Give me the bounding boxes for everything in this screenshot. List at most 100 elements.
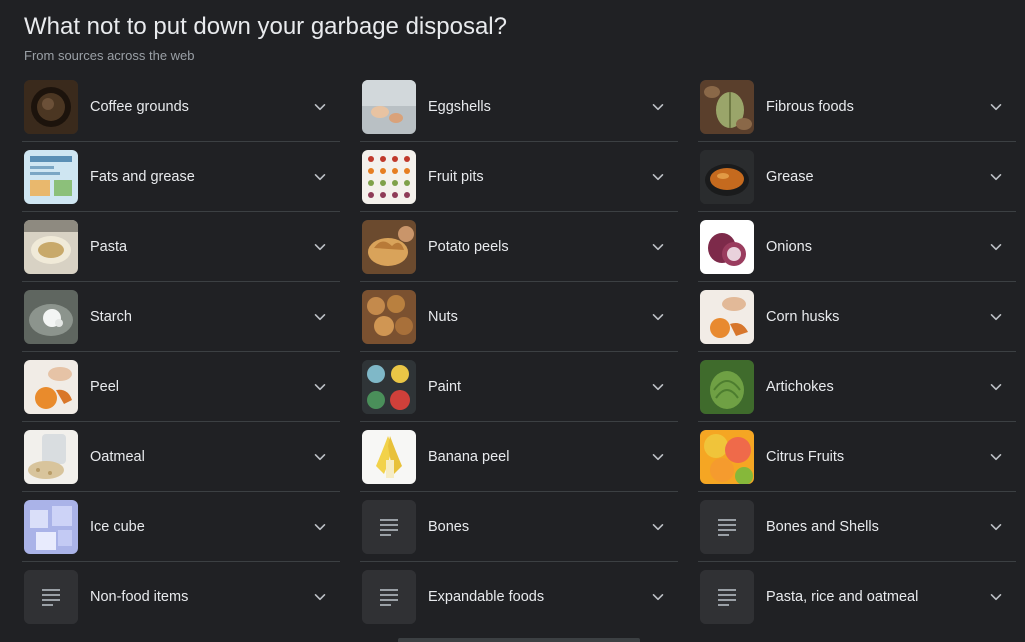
results-column-1: Coffee grounds Fats and grease Pasta Starch…	[22, 72, 340, 632]
chevron-down-icon[interactable]	[652, 171, 664, 183]
item-thumbnail	[24, 80, 78, 134]
chevron-down-icon[interactable]	[652, 241, 664, 253]
item-thumbnail	[24, 430, 78, 484]
list-item[interactable]: Expandable foods	[360, 562, 678, 632]
chevron-down-icon[interactable]	[314, 451, 326, 463]
chevron-down-icon[interactable]	[314, 381, 326, 393]
results-grid: Coffee grounds Fats and grease Pasta Starch…	[22, 72, 1016, 642]
item-thumbnail	[700, 290, 754, 344]
chevron-down-icon[interactable]	[990, 311, 1002, 323]
chevron-down-icon[interactable]	[652, 451, 664, 463]
chevron-down-icon[interactable]	[652, 521, 664, 533]
chevron-down-icon[interactable]	[990, 171, 1002, 183]
list-item[interactable]: Pasta	[22, 212, 340, 282]
item-label: Corn husks	[766, 309, 840, 325]
page-title: What not to put down your garbage dispos…	[24, 13, 507, 40]
article-icon	[700, 570, 754, 624]
list-item[interactable]: Corn husks	[698, 282, 1016, 352]
list-item[interactable]: Coffee grounds	[22, 72, 340, 142]
article-icon	[700, 500, 754, 554]
item-label: Citrus Fruits	[766, 449, 845, 465]
article-icon	[24, 570, 78, 624]
item-thumbnail	[362, 80, 416, 134]
list-item[interactable]: Ice cube	[22, 492, 340, 562]
list-item[interactable]: Pasta, rice and oatmeal	[698, 562, 1016, 632]
list-item[interactable]: Peel	[22, 352, 340, 422]
chevron-down-icon[interactable]	[990, 451, 1002, 463]
item-label: Peel	[90, 379, 120, 395]
chevron-down-icon[interactable]	[314, 101, 326, 113]
item-thumbnail	[362, 430, 416, 484]
item-label: Grease	[766, 169, 814, 185]
list-item[interactable]: Starch	[22, 282, 340, 352]
chevron-down-icon[interactable]	[990, 591, 1002, 603]
item-thumbnail	[362, 220, 416, 274]
item-label: Starch	[90, 309, 132, 325]
list-item[interactable]: Eggshells	[360, 72, 678, 142]
results-column-2: Eggshells Fruit pits Potato peels Nuts Paint…	[360, 72, 678, 632]
list-item[interactable]: Fats and grease	[22, 142, 340, 212]
chevron-down-icon[interactable]	[314, 521, 326, 533]
item-label: Oatmeal	[90, 449, 145, 465]
item-label: Potato peels	[428, 239, 509, 255]
item-thumbnail	[700, 150, 754, 204]
item-label: Fibrous foods	[766, 99, 854, 115]
item-thumbnail	[24, 360, 78, 414]
list-item[interactable]: Citrus Fruits	[698, 422, 1016, 492]
list-item[interactable]: Artichokes	[698, 352, 1016, 422]
chevron-down-icon[interactable]	[314, 241, 326, 253]
item-label: Fruit pits	[428, 169, 484, 185]
item-thumbnail	[700, 360, 754, 414]
item-label: Non-food items	[90, 589, 189, 605]
list-item[interactable]: Potato peels	[360, 212, 678, 282]
item-label: Artichokes	[766, 379, 834, 395]
chevron-down-icon[interactable]	[652, 311, 664, 323]
item-thumbnail	[700, 430, 754, 484]
chevron-down-icon[interactable]	[990, 241, 1002, 253]
list-item[interactable]: Banana peel	[360, 422, 678, 492]
item-label: Expandable foods	[428, 589, 545, 605]
page-subtitle: From sources across the web	[24, 48, 195, 63]
item-label: Onions	[766, 239, 812, 255]
item-label: Eggshells	[428, 99, 491, 115]
list-item[interactable]: Bones and Shells	[698, 492, 1016, 562]
item-label: Fats and grease	[90, 169, 195, 185]
item-thumbnail	[700, 80, 754, 134]
list-item[interactable]: Onions	[698, 212, 1016, 282]
item-label: Pasta	[90, 239, 128, 255]
item-thumbnail	[24, 150, 78, 204]
list-item[interactable]: Fruit pits	[360, 142, 678, 212]
chevron-down-icon[interactable]	[990, 521, 1002, 533]
chevron-down-icon[interactable]	[652, 591, 664, 603]
item-label: Pasta, rice and oatmeal	[766, 589, 919, 605]
chevron-down-icon[interactable]	[652, 381, 664, 393]
item-label: Paint	[428, 379, 462, 395]
chevron-down-icon[interactable]	[990, 381, 1002, 393]
item-label: Bones and Shells	[766, 519, 879, 535]
item-label: Bones	[428, 519, 470, 535]
chevron-down-icon[interactable]	[314, 171, 326, 183]
chevron-down-icon[interactable]	[990, 101, 1002, 113]
item-thumbnail	[362, 150, 416, 204]
list-item[interactable]: Non-food items	[22, 562, 340, 632]
item-label: Ice cube	[90, 519, 145, 535]
item-thumbnail	[24, 220, 78, 274]
results-column-3: Fibrous foods Grease Onions Corn husks Artic…	[698, 72, 1016, 632]
chevron-down-icon[interactable]	[652, 101, 664, 113]
list-item[interactable]: Paint	[360, 352, 678, 422]
scroll-indicator	[398, 638, 640, 642]
list-item[interactable]: Bones	[360, 492, 678, 562]
item-label: Nuts	[428, 309, 458, 325]
item-thumbnail	[362, 290, 416, 344]
item-thumbnail	[24, 290, 78, 344]
item-thumbnail	[24, 500, 78, 554]
chevron-down-icon[interactable]	[314, 591, 326, 603]
list-item[interactable]: Nuts	[360, 282, 678, 352]
list-item[interactable]: Oatmeal	[22, 422, 340, 492]
item-label: Coffee grounds	[90, 99, 189, 115]
list-item[interactable]: Fibrous foods	[698, 72, 1016, 142]
chevron-down-icon[interactable]	[314, 311, 326, 323]
item-label: Banana peel	[428, 449, 510, 465]
list-item[interactable]: Grease	[698, 142, 1016, 212]
article-icon	[362, 570, 416, 624]
